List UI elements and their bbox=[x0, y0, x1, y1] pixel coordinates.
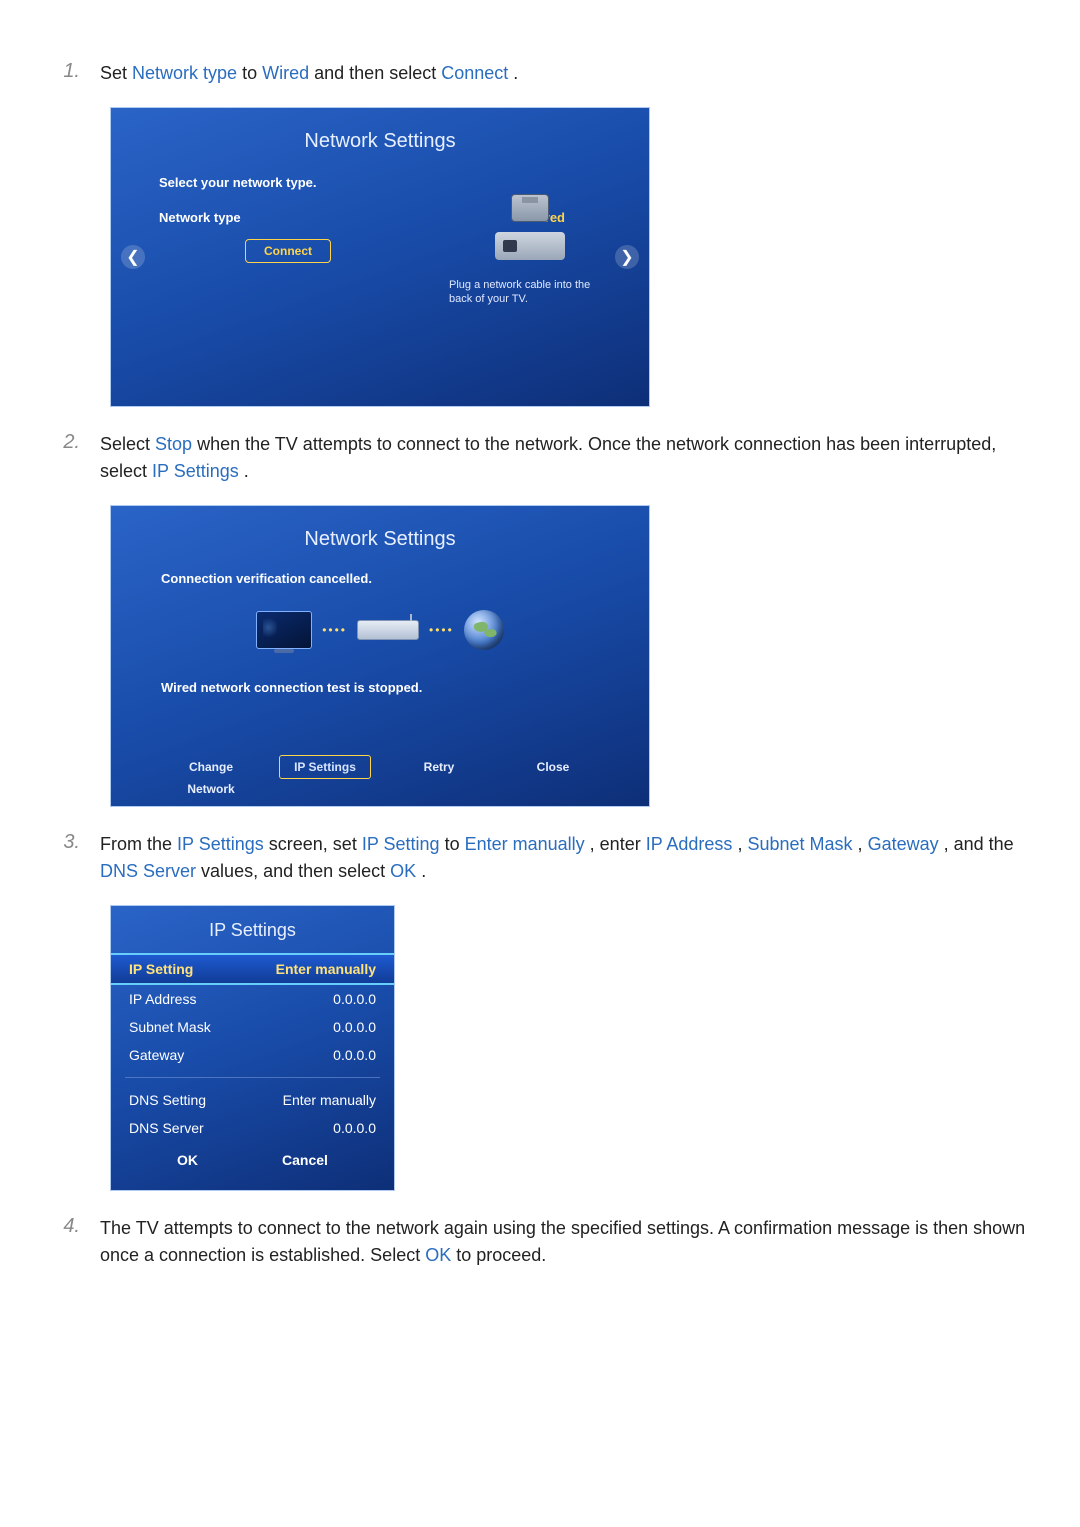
highlight: OK bbox=[425, 1245, 451, 1265]
router-icon bbox=[357, 620, 419, 640]
text: and then select bbox=[314, 63, 441, 83]
text: screen, set bbox=[269, 834, 362, 854]
step-number-4: 4. bbox=[40, 1215, 80, 1269]
step-number-2: 2. bbox=[40, 431, 80, 485]
panel-title: Network Settings bbox=[111, 108, 649, 169]
cable-hint-text: Plug a network cable into the back of yo… bbox=[445, 260, 615, 307]
ip-address-row[interactable]: IP Address 0.0.0.0 bbox=[111, 985, 394, 1013]
gateway-value: 0.0.0.0 bbox=[333, 1047, 376, 1063]
highlight: IP Setting bbox=[362, 834, 440, 854]
text: . bbox=[244, 461, 249, 481]
ip-setting-label: IP Setting bbox=[129, 961, 193, 977]
subnet-mask-label: Subnet Mask bbox=[129, 1019, 211, 1035]
step-number-1: 1. bbox=[40, 60, 80, 87]
highlight: Stop bbox=[155, 434, 192, 454]
panel-title: IP Settings bbox=[111, 906, 394, 953]
ip-setting-value: Enter manually bbox=[276, 961, 376, 977]
connect-button[interactable]: Connect bbox=[245, 239, 331, 263]
cable-illustration: Plug a network cable into the back of yo… bbox=[445, 194, 615, 307]
globe-icon bbox=[464, 610, 504, 650]
cancel-button[interactable]: Cancel bbox=[260, 1148, 350, 1172]
step-text-2: Select Stop when the TV attempts to conn… bbox=[100, 431, 1040, 485]
text: Select bbox=[100, 434, 155, 454]
ip-setting-row[interactable]: IP Setting Enter manually bbox=[111, 953, 394, 985]
text: , enter bbox=[590, 834, 646, 854]
dns-server-row[interactable]: DNS Server 0.0.0.0 bbox=[111, 1114, 394, 1142]
subnet-mask-value: 0.0.0.0 bbox=[333, 1019, 376, 1035]
cancelled-message: Connection verification cancelled. bbox=[161, 567, 599, 586]
dns-server-label: DNS Server bbox=[129, 1120, 204, 1136]
gateway-row[interactable]: Gateway 0.0.0.0 bbox=[111, 1041, 394, 1069]
text: values, and then select bbox=[201, 861, 390, 881]
ip-settings-button[interactable]: IP Settings bbox=[279, 755, 371, 779]
text: , and the bbox=[944, 834, 1014, 854]
text: to proceed. bbox=[456, 1245, 546, 1265]
highlight: Network type bbox=[132, 63, 237, 83]
network-settings-panel-1: Network Settings ❮ ❯ Select your network… bbox=[110, 107, 650, 407]
text: . bbox=[513, 63, 518, 83]
change-network-button[interactable]: Change Network bbox=[165, 755, 257, 779]
ip-address-value: 0.0.0.0 bbox=[333, 991, 376, 1007]
divider bbox=[125, 1077, 380, 1078]
dots-icon: •••• bbox=[429, 623, 454, 637]
text: The TV attempts to connect to the networ… bbox=[100, 1218, 1025, 1265]
network-type-label: Network type bbox=[159, 210, 241, 225]
gateway-label: Gateway bbox=[129, 1047, 184, 1063]
text: Set bbox=[100, 63, 132, 83]
highlight: IP Settings bbox=[177, 834, 264, 854]
ok-button[interactable]: OK bbox=[155, 1148, 220, 1172]
text: , bbox=[858, 834, 868, 854]
ip-settings-panel: IP Settings IP Setting Enter manually IP… bbox=[110, 905, 395, 1191]
highlight: Wired bbox=[262, 63, 309, 83]
highlight: Subnet Mask bbox=[747, 834, 852, 854]
text: to bbox=[242, 63, 262, 83]
nav-right-icon[interactable]: ❯ bbox=[615, 245, 639, 269]
step-number-3: 3. bbox=[40, 831, 80, 885]
text: From the bbox=[100, 834, 177, 854]
dns-setting-label: DNS Setting bbox=[129, 1092, 206, 1108]
highlight: IP Settings bbox=[152, 461, 239, 481]
text: to bbox=[445, 834, 465, 854]
step-text-1: Set Network type to Wired and then selec… bbox=[100, 60, 1040, 87]
text: . bbox=[421, 861, 426, 881]
retry-button[interactable]: Retry bbox=[393, 755, 485, 779]
highlight: IP Address bbox=[646, 834, 733, 854]
status-message: Wired network connection test is stopped… bbox=[161, 680, 599, 755]
highlight: Connect bbox=[441, 63, 508, 83]
dns-server-value: 0.0.0.0 bbox=[333, 1120, 376, 1136]
dns-setting-value: Enter manually bbox=[283, 1092, 376, 1108]
close-button[interactable]: Close bbox=[507, 755, 599, 779]
port-icon bbox=[495, 232, 565, 260]
highlight: OK bbox=[390, 861, 416, 881]
highlight: Enter manually bbox=[465, 834, 585, 854]
text: , bbox=[737, 834, 747, 854]
nav-left-icon[interactable]: ❮ bbox=[121, 245, 145, 269]
step-text-4: The TV attempts to connect to the networ… bbox=[100, 1215, 1040, 1269]
dots-icon: •••• bbox=[322, 623, 347, 637]
highlight: Gateway bbox=[868, 834, 939, 854]
ip-address-label: IP Address bbox=[129, 991, 196, 1007]
highlight: DNS Server bbox=[100, 861, 196, 881]
step-text-3: From the IP Settings screen, set IP Sett… bbox=[100, 831, 1040, 885]
dns-setting-row[interactable]: DNS Setting Enter manually bbox=[111, 1086, 394, 1114]
panel-title: Network Settings bbox=[111, 506, 649, 567]
network-settings-panel-2: Network Settings Connection verification… bbox=[110, 505, 650, 807]
cable-plug-icon bbox=[511, 194, 549, 222]
connection-diagram: •••• •••• bbox=[161, 586, 599, 680]
tv-icon bbox=[256, 611, 312, 649]
subnet-mask-row[interactable]: Subnet Mask 0.0.0.0 bbox=[111, 1013, 394, 1041]
